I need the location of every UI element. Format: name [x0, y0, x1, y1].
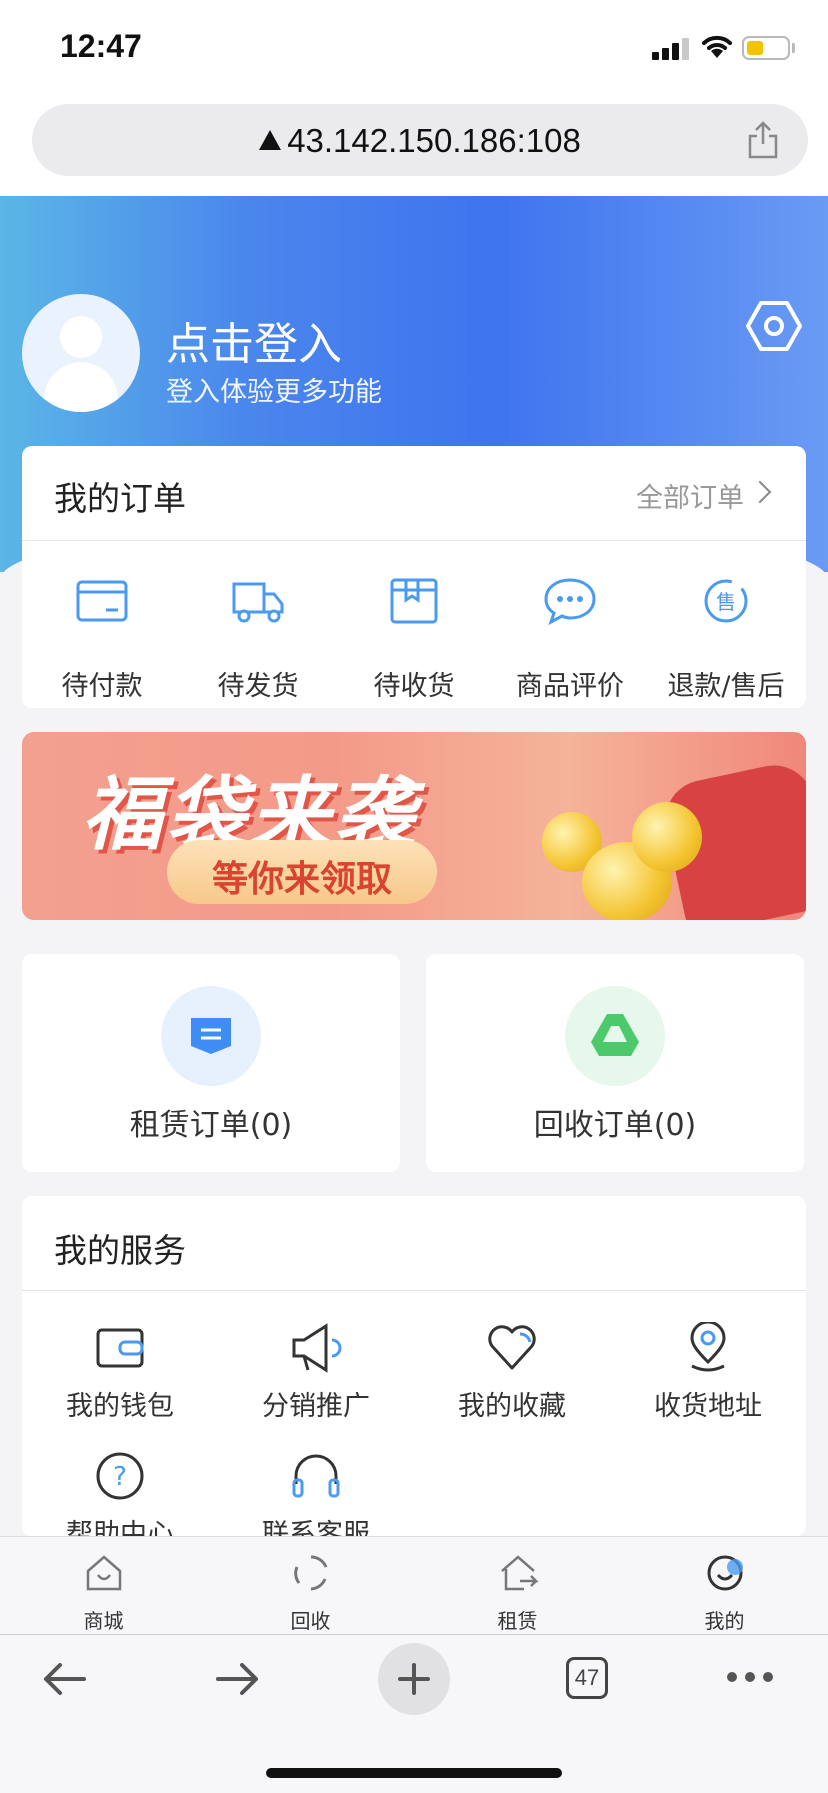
rent-icon — [500, 1555, 538, 1591]
truck-icon — [232, 582, 284, 623]
login-subtitle: 登入体验更多功能 — [166, 377, 382, 408]
banner-button[interactable]: 等你来领取 — [167, 840, 437, 904]
svg-text:售: 售 — [716, 590, 736, 614]
service-label: 分销推广 — [262, 1391, 370, 1422]
service-label: 我的收藏 — [458, 1391, 566, 1422]
status-bar: 12:47 — [0, 0, 828, 100]
plus-icon — [398, 1663, 430, 1695]
profile-icon — [707, 1555, 743, 1591]
orders-header: 我的订单 全部订单 — [22, 446, 806, 541]
new-tab-button[interactable] — [378, 1643, 450, 1715]
services-title: 我的服务 — [54, 1231, 186, 1270]
share-icon[interactable] — [746, 120, 780, 160]
location-icon — [690, 1322, 726, 1372]
recycle-orders-card[interactable]: 回收订单(0) — [426, 954, 804, 1172]
app-tab-bar: 商城 回收 租赁 我的 — [0, 1536, 828, 1635]
rental-orders-card[interactable]: 租赁订单(0) — [22, 954, 400, 1172]
orders-title: 我的订单 — [54, 479, 186, 518]
status-time: 12:47 — [60, 28, 142, 64]
service-wallet[interactable]: 我的钱包 — [22, 1322, 218, 1442]
tab-shop[interactable]: 商城 — [0, 1537, 207, 1635]
banner-button-label: 等你来领取 — [211, 859, 392, 900]
promo-banner[interactable]: 福袋来袭 等你来领取 — [22, 732, 806, 920]
home-indicator — [266, 1768, 562, 1778]
order-pending-shipment[interactable]: 待发货 — [180, 546, 336, 706]
tab-rent[interactable]: 租赁 — [414, 1537, 621, 1635]
login-title[interactable]: 点击登入 — [166, 308, 342, 372]
tab-label: 商城 — [83, 1609, 124, 1633]
recycle-icon — [293, 1555, 327, 1591]
warning-icon — [259, 130, 282, 150]
tab-switcher-button[interactable]: 47 — [566, 1657, 608, 1699]
order-review[interactable]: 商品评价 — [492, 546, 648, 706]
after-sale-icon: 售 — [704, 579, 748, 623]
order-after-sale[interactable]: 售 退款/售后 — [648, 546, 804, 706]
service-address[interactable]: 收货地址 — [610, 1322, 806, 1442]
wallet-icon — [96, 1328, 144, 1368]
back-icon[interactable] — [40, 1659, 88, 1699]
recycle-orders-label: 回收订单(0) — [533, 1108, 697, 1143]
signal-icon — [652, 38, 694, 60]
rental-order-icon — [161, 986, 261, 1086]
service-label: 我的钱包 — [66, 1391, 174, 1422]
settings-icon[interactable] — [746, 300, 802, 352]
package-icon — [390, 578, 438, 624]
services-header: 我的服务 — [22, 1196, 806, 1291]
tab-recycle[interactable]: 回收 — [207, 1537, 414, 1635]
service-label: 收货地址 — [654, 1391, 762, 1422]
order-pending-payment[interactable]: 待付款 — [24, 546, 180, 706]
order-item-label: 退款/售后 — [667, 671, 785, 702]
order-pending-receipt[interactable]: 待收货 — [336, 546, 492, 706]
address-field[interactable]: 43.142.150.186:108 — [32, 104, 808, 176]
service-favorites[interactable]: 我的收藏 — [414, 1322, 610, 1442]
comment-icon — [544, 578, 596, 626]
shop-icon — [86, 1555, 121, 1591]
tab-profile[interactable]: 我的 — [621, 1537, 828, 1635]
forward-icon[interactable] — [214, 1659, 262, 1699]
help-icon: ? — [96, 1452, 144, 1500]
order-item-label: 待收货 — [373, 671, 455, 702]
chevron-right-icon[interactable] — [748, 480, 772, 504]
browser-url-bar: 43.142.150.186:108 — [0, 100, 828, 197]
megaphone-icon — [292, 1323, 342, 1373]
order-item-label: 商品评价 — [516, 671, 624, 702]
avatar[interactable] — [22, 294, 140, 412]
more-icon[interactable] — [726, 1671, 774, 1683]
url-text: 43.142.150.186:108 — [287, 122, 581, 159]
order-item-label: 待付款 — [61, 671, 143, 702]
wallet-card-icon — [76, 580, 128, 622]
wifi-icon — [702, 35, 732, 58]
headset-icon — [292, 1454, 340, 1498]
tab-label: 租赁 — [497, 1609, 538, 1633]
orders-card: 我的订单 全部订单 待付款 待发货 待收货 商品评价 售 退款/售后 — [22, 446, 806, 708]
tab-label: 回收 — [290, 1609, 331, 1633]
service-promotion[interactable]: 分销推广 — [218, 1322, 414, 1442]
tab-label: 我的 — [704, 1609, 745, 1633]
battery-icon — [742, 36, 790, 60]
rental-orders-label: 租赁订单(0) — [129, 1108, 293, 1143]
services-card: 我的服务 我的钱包 分销推广 我的收藏 收货地址 ? 帮助中心 联系客服 — [22, 1196, 806, 1550]
heart-icon — [488, 1325, 536, 1370]
order-item-label: 待发货 — [217, 671, 299, 702]
recycle-order-icon — [565, 986, 665, 1086]
all-orders-link[interactable]: 全部订单 — [636, 476, 744, 515]
svg-text:?: ? — [113, 1462, 127, 1492]
